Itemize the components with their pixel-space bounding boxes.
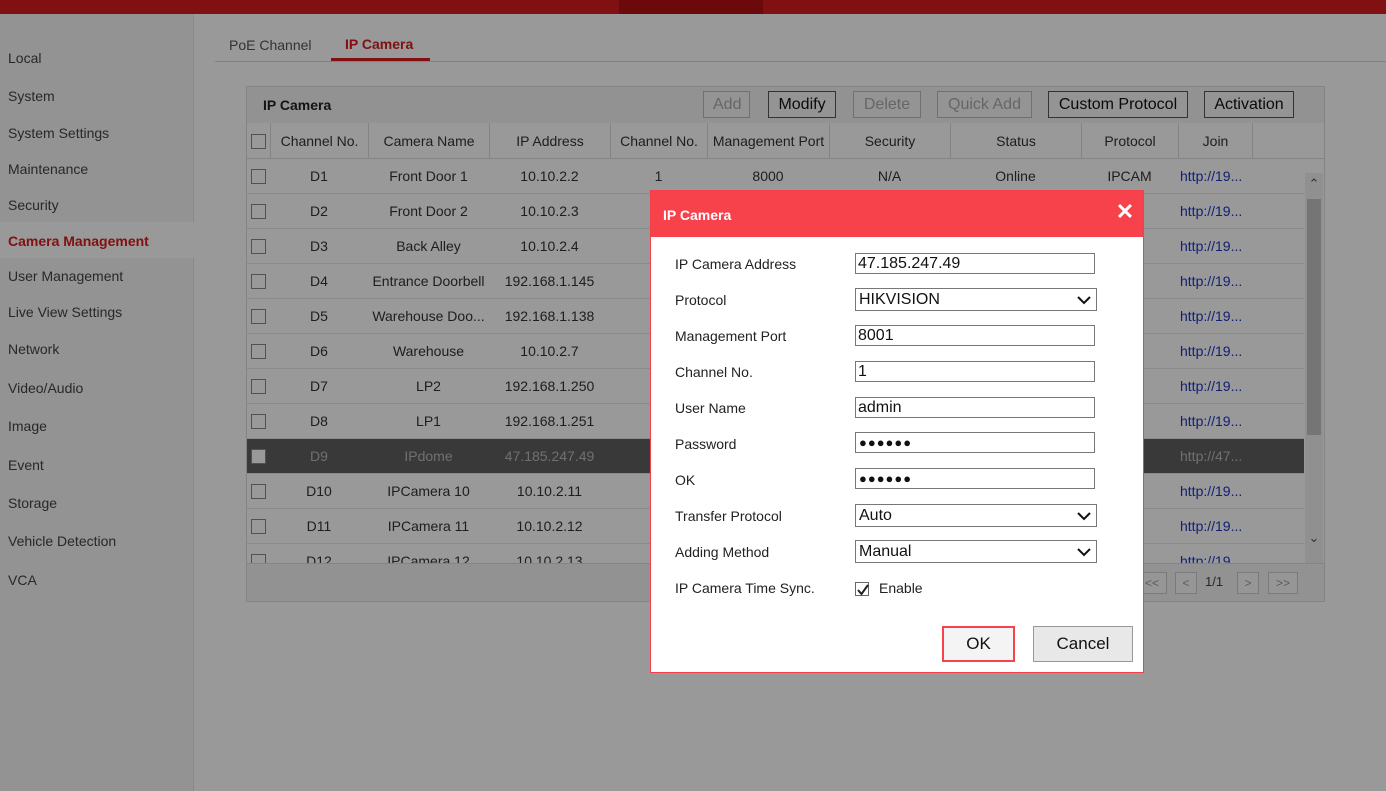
chevron-down-icon: [1077, 296, 1091, 305]
protocol-select[interactable]: HIKVISION: [855, 288, 1097, 311]
adding-method-value: Manual: [859, 543, 912, 560]
password-input[interactable]: ●●●●●●: [855, 432, 1095, 453]
protocol-select-value: HIKVISION: [859, 291, 940, 308]
checkmark-icon: [857, 584, 869, 596]
transfer-protocol-value: Auto: [859, 507, 892, 524]
time-sync-enable-label: Enable: [879, 580, 923, 596]
user-name-input[interactable]: admin: [855, 397, 1095, 418]
ip-address-input[interactable]: 47.185.247.49: [855, 253, 1095, 274]
channel-no-input[interactable]: 1: [855, 361, 1095, 382]
cancel-button[interactable]: Cancel: [1033, 626, 1133, 662]
confirm-password-mask: ●●●●●●: [859, 471, 913, 486]
time-sync-checkbox[interactable]: [855, 582, 869, 596]
password-label: Password: [675, 436, 737, 452]
address-label: IP Camera Address: [675, 256, 797, 272]
management-port-label: Management Port: [675, 328, 787, 344]
protocol-label: Protocol: [675, 292, 727, 308]
transfer-protocol-label: Transfer Protocol: [675, 508, 782, 524]
dialog-title: IP Camera: [663, 207, 732, 223]
chevron-down-icon: [1077, 512, 1091, 521]
adding-method-select[interactable]: Manual: [855, 540, 1097, 563]
time-sync-label: IP Camera Time Sync.: [675, 580, 815, 596]
chevron-down-icon: [1077, 548, 1091, 557]
close-icon[interactable]: ✕: [1114, 201, 1136, 223]
confirm-password-input[interactable]: ●●●●●●: [855, 468, 1095, 489]
dialog-header: IP Camera ✕: [651, 191, 1143, 237]
adding-method-label: Adding Method: [675, 544, 770, 560]
user-name-label: User Name: [675, 400, 746, 416]
confirm-password-label: OK: [675, 472, 696, 488]
password-mask: ●●●●●●: [859, 435, 913, 450]
management-port-input[interactable]: 8001: [855, 325, 1095, 346]
transfer-protocol-select[interactable]: Auto: [855, 504, 1097, 527]
ok-button[interactable]: OK: [942, 626, 1015, 662]
channel-no-label: Channel No.: [675, 364, 753, 380]
ip-camera-dialog: IP Camera ✕ IP Camera Address 47.185.247…: [650, 190, 1144, 673]
